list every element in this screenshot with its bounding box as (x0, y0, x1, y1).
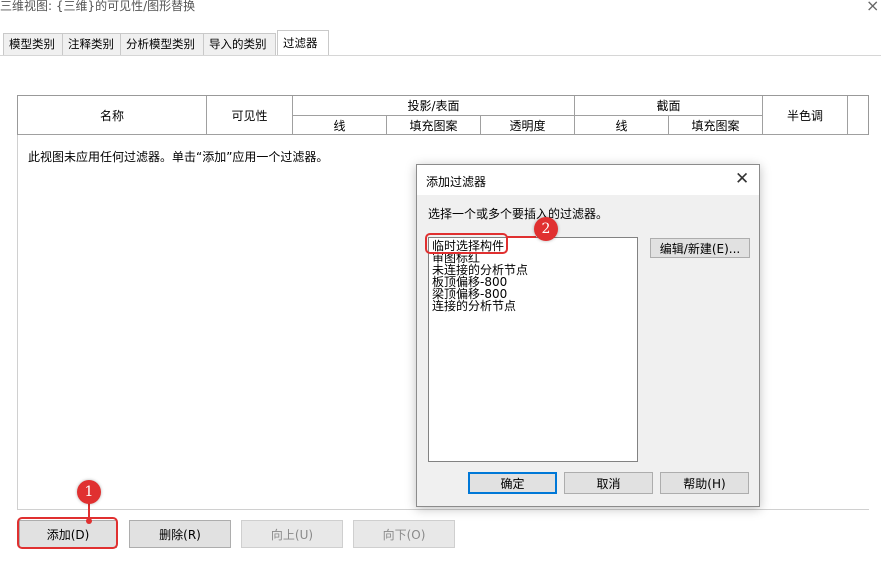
filter-item-connected-nodes[interactable]: 连接的分析节点 (432, 300, 516, 312)
column-name: 名称 (18, 96, 207, 135)
grid-body-border-bottom (17, 509, 869, 510)
callout-1-badge: 1 (77, 480, 101, 504)
help-button[interactable]: 帮助(H) (660, 472, 749, 494)
empty-grid-message: 此视图未应用任何过滤器。单击“添加”应用一个过滤器。 (28, 150, 329, 164)
filter-list[interactable]: 临时选择构件 审图标红 未连接的分析节点 板顶偏移-800 梁顶偏移-800 连… (428, 237, 638, 462)
delete-button[interactable]: 删除(R) (129, 520, 231, 548)
highlight-add-button (17, 517, 118, 549)
tab-divider (0, 55, 881, 56)
column-projection-fill: 填充图案 (387, 116, 481, 135)
ok-button[interactable]: 确定 (468, 472, 557, 494)
move-down-button[interactable]: 向下(O) (353, 520, 455, 548)
dialog-prompt: 选择一个或多个要插入的过滤器。 (428, 207, 609, 221)
callout-1-dot (86, 518, 92, 524)
tab-strip: 模型类别 注释类别 分析模型类别 导入的类别 过滤器 (0, 30, 881, 56)
cancel-button[interactable]: 取消 (564, 472, 653, 494)
column-cut-line: 线 (575, 116, 669, 135)
tab-imported-categories[interactable]: 导入的类别 (203, 33, 276, 55)
tab-filters[interactable]: 过滤器 (277, 30, 329, 56)
column-group-cut: 截面 (575, 96, 763, 116)
dialog-close-icon[interactable]: ✕ (735, 169, 749, 189)
column-visibility: 可见性 (207, 96, 293, 135)
callout-2-leader (506, 236, 536, 238)
move-up-button[interactable]: 向上(U) (241, 520, 343, 548)
edit-new-button[interactable]: 编辑/新建(E)... (650, 238, 750, 258)
window-close-icon[interactable]: × (866, 0, 879, 15)
column-halftone: 半色调 (763, 96, 848, 135)
grid-body-border (17, 135, 18, 510)
column-spacer (848, 96, 868, 135)
dialog-title: 添加过滤器 (426, 175, 487, 189)
filter-grid-header: 名称 可见性 投影/表面 线 填充图案 透明度 截面 线 填充图案 半色调 (17, 95, 869, 135)
column-projection-line: 线 (293, 116, 387, 135)
column-cut-fill: 填充图案 (669, 116, 763, 135)
callout-2-badge: 2 (534, 217, 558, 241)
window-title: 三维视图: {三维}的可见性/图形替换 (0, 0, 196, 13)
add-filter-dialog: 添加过滤器 ✕ 选择一个或多个要插入的过滤器。 临时选择构件 审图标红 未连接的… (416, 164, 760, 507)
highlight-temporary-selection (425, 233, 508, 254)
tab-annotation-categories[interactable]: 注释类别 (62, 33, 121, 55)
tab-analytical-model-categories[interactable]: 分析模型类别 (120, 33, 204, 55)
tab-model-categories[interactable]: 模型类别 (3, 33, 63, 55)
column-group-projection-surface: 投影/表面 (293, 96, 575, 116)
column-projection-transparency: 透明度 (481, 116, 575, 135)
